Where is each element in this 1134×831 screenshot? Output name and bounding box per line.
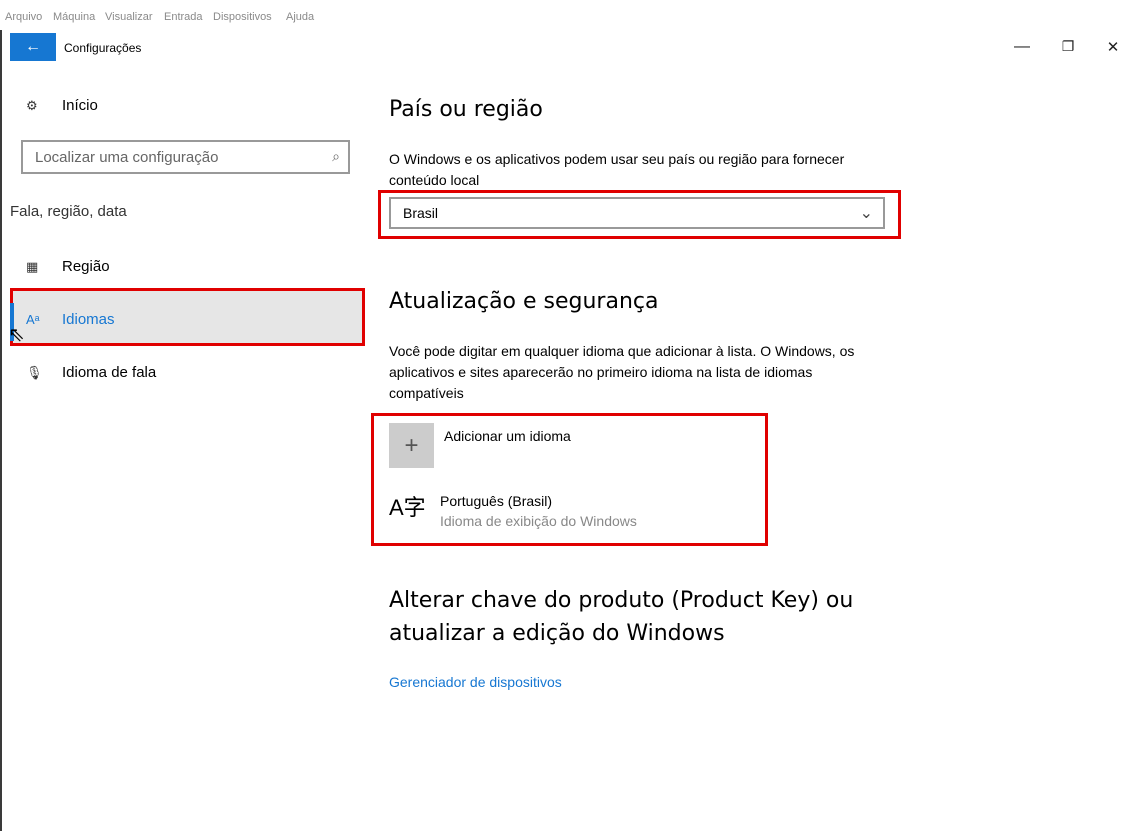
sidebar-home-label: Início bbox=[62, 97, 98, 114]
product-key-heading: Alterar chave do produto (Product Key) o… bbox=[389, 588, 854, 646]
language-sub: Idioma de exibição do Windows bbox=[440, 513, 637, 529]
chevron-down-icon: ⌄ bbox=[859, 205, 873, 222]
sidebar-item-label: Região bbox=[62, 258, 110, 275]
language-entry[interactable]: Português (Brasil) Idioma de exibição do… bbox=[440, 493, 637, 529]
country-heading: País ou região bbox=[389, 97, 543, 122]
language-icon: Aᵃ bbox=[26, 312, 40, 327]
vm-menubar: Arquivo Máquina Visualizar Entrada Dispo… bbox=[0, 0, 1134, 30]
vm-menu-arquivo[interactable]: Arquivo bbox=[5, 11, 42, 23]
window-left-edge bbox=[0, 30, 2, 831]
region-calendar-icon: ▦ bbox=[26, 258, 39, 274]
sidebar-item-idiomas[interactable]: Aᵃ Idiomas bbox=[26, 311, 115, 328]
mouse-cursor-icon: ⇖ bbox=[8, 324, 25, 346]
restore-button[interactable]: ❐ bbox=[1053, 38, 1083, 55]
country-description: O Windows e os aplicativos podem usar se… bbox=[389, 151, 845, 188]
search-placeholder: Localizar uma configuração bbox=[35, 149, 219, 166]
sidebar-item-label: Idiomas bbox=[62, 311, 115, 328]
country-dropdown[interactable]: Brasil ⌄ bbox=[389, 197, 885, 229]
arrow-left-icon: ← bbox=[25, 38, 41, 55]
app-title: Configurações bbox=[64, 41, 142, 55]
add-language-label[interactable]: Adicionar um idioma bbox=[444, 428, 571, 444]
update-description: Você pode digitar em qualquer idioma que… bbox=[389, 343, 855, 401]
section-label: Fala, região, data bbox=[10, 203, 127, 220]
sidebar-home[interactable]: ⚙ Início bbox=[26, 97, 98, 114]
gear-icon: ⚙ bbox=[26, 97, 38, 113]
vm-menu-entrada[interactable]: Entrada bbox=[164, 11, 203, 23]
title-bar: ← Configurações — ❐ ✕ bbox=[10, 30, 1134, 65]
search-input[interactable]: Localizar uma configuração ⌕ bbox=[21, 140, 350, 174]
microphone-icon: 🎙 bbox=[26, 364, 43, 380]
country-value: Brasil bbox=[403, 205, 439, 221]
sidebar-item-idioma-de-fala[interactable]: 🎙 Idioma de fala bbox=[26, 364, 156, 381]
vm-menu-visualizar[interactable]: Visualizar bbox=[105, 11, 153, 23]
plus-icon: + bbox=[404, 431, 419, 459]
add-language-button[interactable]: + bbox=[389, 423, 434, 468]
close-button[interactable]: ✕ bbox=[1098, 38, 1128, 56]
language-clock-icon: A字 bbox=[389, 495, 426, 520]
language-name: Português (Brasil) bbox=[440, 493, 553, 509]
minimize-button[interactable]: — bbox=[1007, 38, 1037, 56]
vm-menu-ajuda[interactable]: Ajuda bbox=[286, 11, 314, 23]
sidebar-item-regiao[interactable]: ▦ Região bbox=[26, 258, 110, 275]
vm-menu-dispositivos[interactable]: Dispositivos bbox=[213, 11, 272, 23]
sidebar-item-label: Idioma de fala bbox=[62, 364, 157, 381]
sidebar-section-header: Fala, região, data bbox=[10, 203, 127, 220]
update-heading: Atualização e segurança bbox=[389, 289, 659, 314]
device-manager-link[interactable]: Gerenciador de dispositivos bbox=[389, 674, 562, 690]
back-button[interactable]: ← bbox=[10, 33, 56, 61]
search-icon: ⌕ bbox=[332, 148, 340, 164]
vm-menu-maquina[interactable]: Máquina bbox=[53, 11, 95, 23]
